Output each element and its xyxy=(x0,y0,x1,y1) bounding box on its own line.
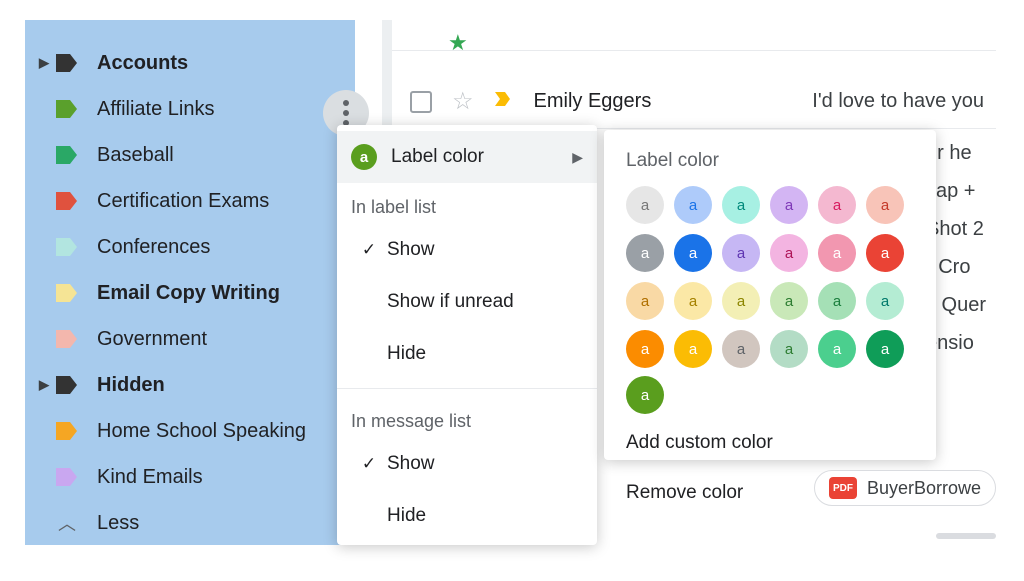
color-swatch[interactable]: a xyxy=(770,234,808,272)
color-swatch[interactable]: a xyxy=(818,234,856,272)
peek-snippet: r Cro xyxy=(926,254,996,280)
check-icon: ✓ xyxy=(351,454,387,474)
partial-content xyxy=(936,533,996,539)
sidebar-item-label: Baseball xyxy=(97,144,174,167)
sidebar-item-label: Conferences xyxy=(97,236,210,259)
sidebar-item-label: Home School Speaking xyxy=(97,420,306,443)
color-swatch[interactable]: a xyxy=(674,282,712,320)
add-custom-color[interactable]: Add custom color xyxy=(626,418,914,468)
sender-name: Emily Eggers xyxy=(534,90,652,113)
color-swatch-grid: aaaaaaaaaaaaaaaaaaaaaaaa xyxy=(626,186,914,368)
sidebar-item-less[interactable]: ︿ Less xyxy=(33,500,347,546)
section-in-message-list: In message list xyxy=(337,397,597,438)
more-vert-icon xyxy=(343,100,349,126)
label-badge-icon: a xyxy=(351,144,377,170)
color-swatch[interactable]: a xyxy=(626,282,664,320)
menu-item-show-if-unread[interactable]: Show if unread xyxy=(337,276,597,328)
color-swatch[interactable]: a xyxy=(866,330,904,368)
color-swatch[interactable]: a xyxy=(626,234,664,272)
select-checkbox[interactable] xyxy=(410,91,432,113)
chevron-up-icon: ︿ xyxy=(55,512,79,534)
peek-snippet: ur he xyxy=(926,140,996,166)
subject-snippet: I'd love to have you xyxy=(812,90,984,113)
peek-snippet: Shot 2 xyxy=(926,216,996,242)
color-swatch[interactable]: a xyxy=(866,234,904,272)
menu-item-label: Hide xyxy=(387,505,583,527)
color-swatch[interactable]: a xyxy=(818,330,856,368)
sidebar-item-accounts[interactable]: ▶ Accounts xyxy=(33,40,347,86)
sidebar-item-kind-emails[interactable]: Kind Emails xyxy=(33,454,347,500)
color-swatch[interactable]: a xyxy=(626,186,664,224)
chevron-right-icon: ▶ xyxy=(572,149,583,166)
color-swatch[interactable]: a xyxy=(818,186,856,224)
sidebar-item-label: Less xyxy=(97,512,139,535)
flyout-title: Label color xyxy=(626,150,914,172)
sidebar-item-label: Hidden xyxy=(97,374,165,397)
color-swatch[interactable]: a xyxy=(722,330,760,368)
menu-item-hide[interactable]: Hide xyxy=(337,328,597,380)
color-swatch[interactable]: a xyxy=(866,186,904,224)
mail-row[interactable]: ☆ Emily Eggers I'd love to have you xyxy=(392,75,996,129)
attachment-chip[interactable]: PDF BuyerBorrowe xyxy=(814,470,996,506)
menu-item-msg-hide[interactable]: Hide xyxy=(337,490,597,542)
color-swatch[interactable]: a xyxy=(674,234,712,272)
section-in-label-list: In label list xyxy=(337,183,597,224)
sidebar-item-email-copy-writing[interactable]: Email Copy Writing xyxy=(33,270,347,316)
important-arrow-icon[interactable] xyxy=(494,89,514,115)
pdf-icon: PDF xyxy=(829,477,857,499)
menu-item-show[interactable]: ✓ Show xyxy=(337,224,597,276)
sidebar-item-baseball[interactable]: Baseball xyxy=(33,132,347,178)
menu-item-label: Label color xyxy=(391,146,572,168)
color-swatch[interactable]: a xyxy=(722,282,760,320)
color-swatch[interactable]: a xyxy=(674,186,712,224)
menu-item-msg-show[interactable]: ✓ Show xyxy=(337,438,597,490)
menu-item-label: Show xyxy=(387,453,583,475)
color-swatch[interactable]: a xyxy=(626,330,664,368)
starred-indicator-icon: ★ xyxy=(448,30,468,56)
sidebar-item-hidden[interactable]: ▶ Hidden xyxy=(33,362,347,408)
sidebar-item-label: Accounts xyxy=(97,52,188,75)
label-context-menu: a Label color ▶ In label list ✓ Show Sho… xyxy=(337,125,597,545)
sidebar-item-home-school-speaking[interactable]: Home School Speaking xyxy=(33,408,347,454)
expand-caret-icon: ▶ xyxy=(37,377,51,393)
sidebar-item-conferences[interactable]: Conferences xyxy=(33,224,347,270)
color-swatch[interactable]: a xyxy=(722,234,760,272)
menu-divider xyxy=(337,388,597,389)
current-color-swatch[interactable]: a xyxy=(626,376,664,414)
sidebar-item-certification-exams[interactable]: Certification Exams xyxy=(33,178,347,224)
menu-item-label-color[interactable]: a Label color ▶ xyxy=(337,131,597,183)
menu-item-label: Hide xyxy=(387,343,583,365)
check-icon: ✓ xyxy=(351,240,387,260)
menu-item-label: Show xyxy=(387,239,583,261)
sidebar-item-label: Email Copy Writing xyxy=(97,282,280,305)
color-swatch[interactable]: a xyxy=(770,330,808,368)
peek-snippet: cap + xyxy=(926,178,996,204)
sidebar-item-government[interactable]: Government xyxy=(33,316,347,362)
row-border xyxy=(392,50,996,51)
sidebar-item-label: Government xyxy=(97,328,207,351)
menu-item-label: Show if unread xyxy=(387,291,583,313)
sidebar: ▶ Accounts Affiliate Links Baseball Certi… xyxy=(25,20,355,545)
color-swatch[interactable]: a xyxy=(674,330,712,368)
color-swatch[interactable]: a xyxy=(770,282,808,320)
sidebar-item-affiliate-links[interactable]: Affiliate Links xyxy=(33,86,347,132)
sidebar-item-label: Kind Emails xyxy=(97,466,203,489)
sidebar-item-label: Certification Exams xyxy=(97,190,269,213)
color-swatch[interactable]: a xyxy=(866,282,904,320)
peek-snippet: s Quer xyxy=(926,292,996,318)
star-icon[interactable]: ☆ xyxy=(452,87,474,116)
color-swatch[interactable]: a xyxy=(818,282,856,320)
label-color-flyout: Label color aaaaaaaaaaaaaaaaaaaaaaaa a A… xyxy=(604,130,936,460)
color-swatch[interactable]: a xyxy=(722,186,760,224)
sidebar-item-label: Affiliate Links xyxy=(97,98,214,121)
attachment-name: BuyerBorrowe xyxy=(867,478,981,499)
color-swatch[interactable]: a xyxy=(770,186,808,224)
peek-snippet: ensio xyxy=(926,330,996,356)
expand-caret-icon: ▶ xyxy=(37,55,51,71)
